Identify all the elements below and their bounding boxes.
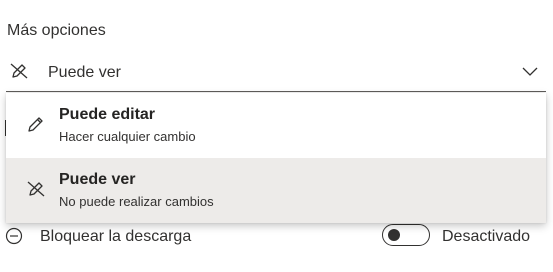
permission-select-value: Puede ver xyxy=(48,64,121,81)
option-title: Puede editar xyxy=(59,106,156,123)
block-download-label: Bloquear la descarga xyxy=(40,228,192,245)
no-edit-pencil-icon xyxy=(27,181,45,197)
block-download-toggle[interactable] xyxy=(382,224,430,246)
no-edit-pencil-icon xyxy=(10,63,28,79)
chevron-down-icon[interactable] xyxy=(522,67,538,77)
minus-circle-icon xyxy=(5,227,23,245)
option-description: No puede realizar cambios xyxy=(59,194,214,209)
permission-select[interactable]: Puede ver xyxy=(6,58,546,92)
option-can-edit[interactable]: Puede editar Hacer cualquier cambio xyxy=(6,93,546,158)
toggle-knob xyxy=(388,229,400,241)
option-title: Puede ver xyxy=(59,171,136,188)
block-download-row: Bloquear la descarga Desactivado xyxy=(0,222,553,254)
toggle-state-label: Desactivado xyxy=(442,228,531,245)
permission-dropdown: Puede editar Hacer cualquier cambio Pued… xyxy=(6,93,546,223)
option-description: Hacer cualquier cambio xyxy=(59,129,196,144)
option-can-view[interactable]: Puede ver No puede realizar cambios xyxy=(6,158,546,223)
pencil-icon xyxy=(28,117,43,132)
section-title: Más opciones xyxy=(7,22,106,39)
